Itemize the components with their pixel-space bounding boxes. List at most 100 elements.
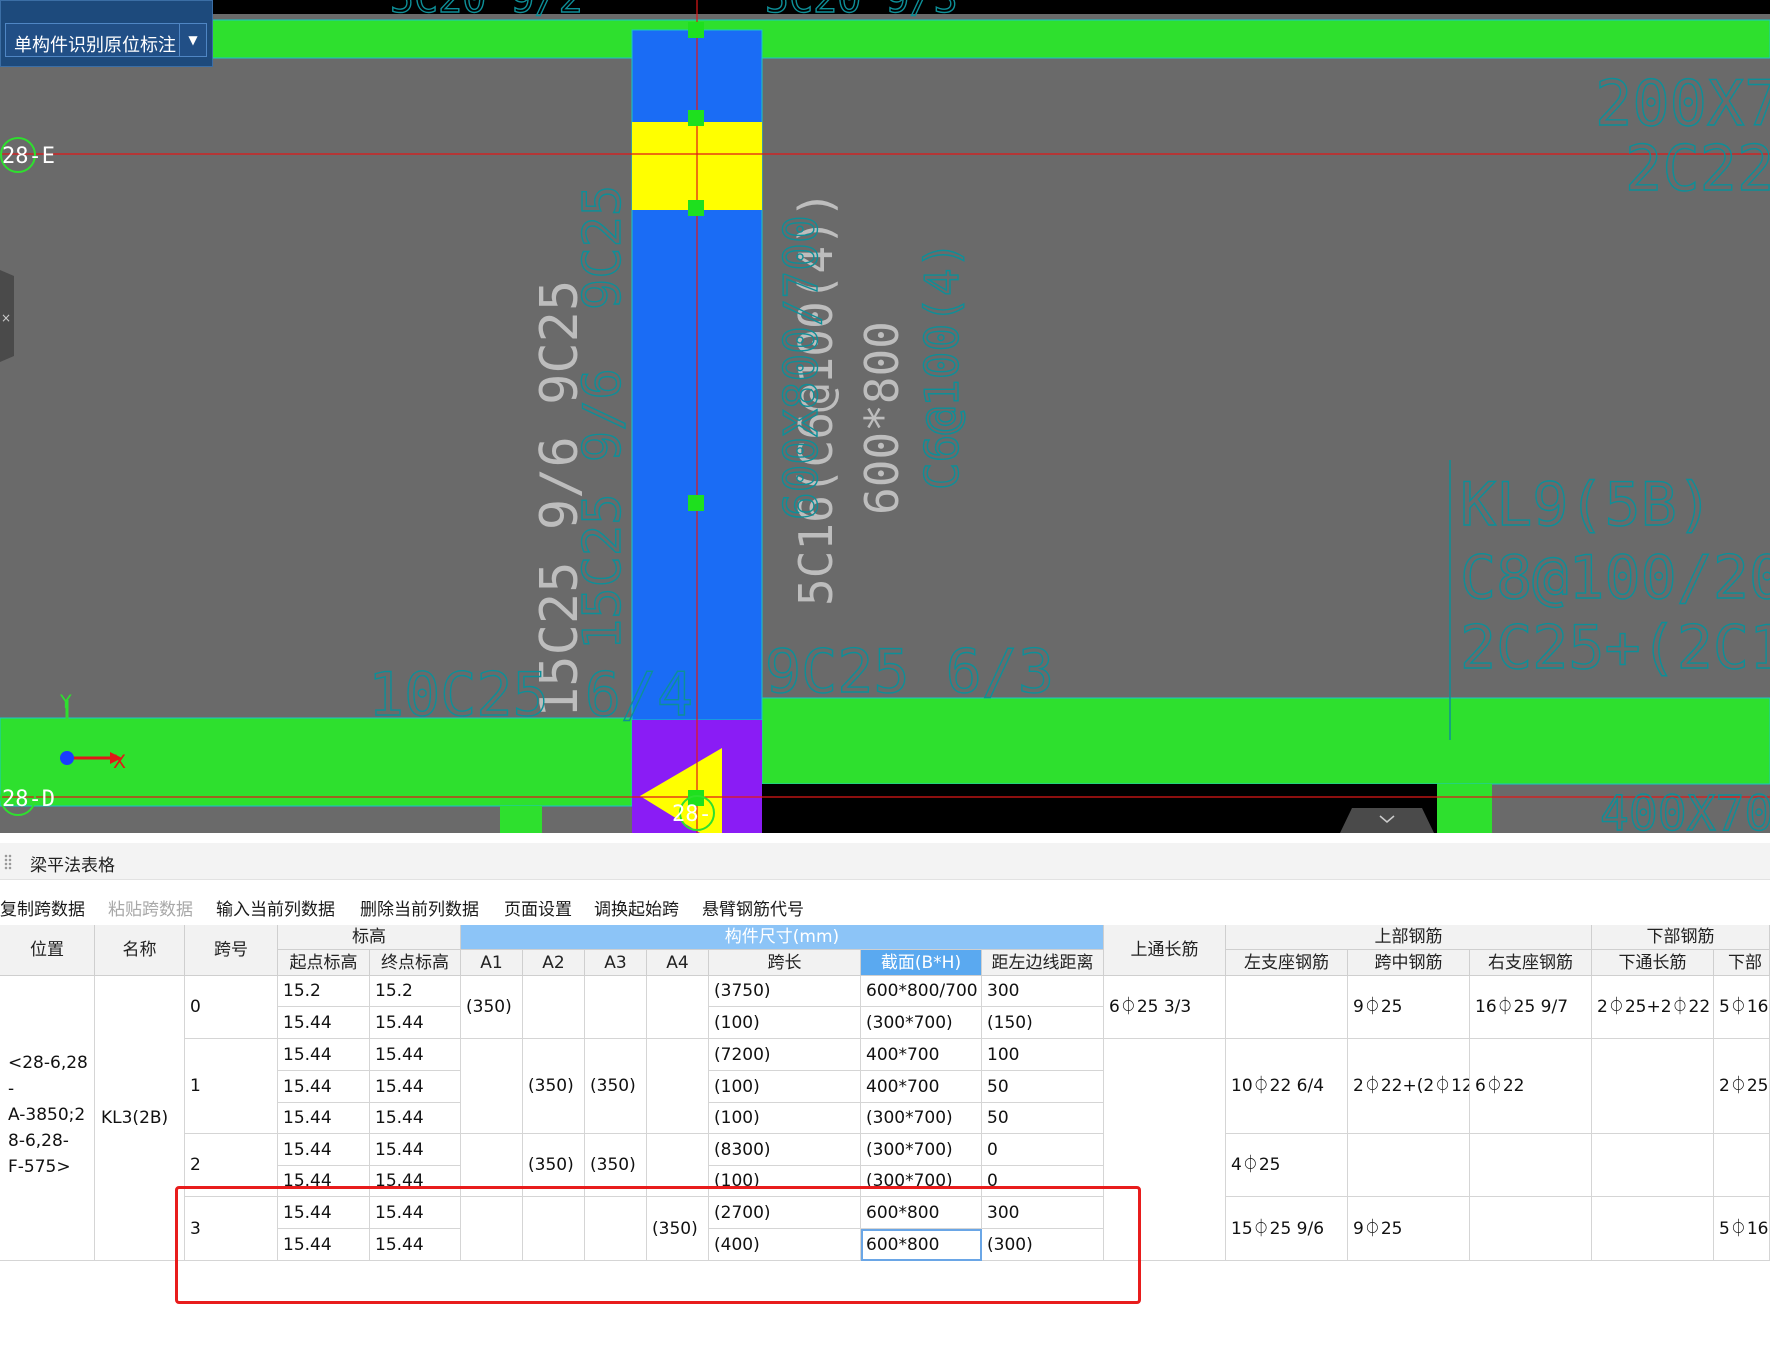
cell-elev-end[interactable]: 15.44: [370, 1134, 461, 1166]
cell-section[interactable]: 600*800/700: [861, 976, 982, 1007]
cell-a1[interactable]: [461, 1197, 523, 1261]
header-elevation[interactable]: 标高: [278, 925, 461, 950]
cell-section[interactable]: (300*700): [861, 1103, 982, 1134]
close-icon[interactable]: ×: [1, 311, 11, 325]
cell-a1[interactable]: [461, 1134, 523, 1197]
header-bottom-through[interactable]: 下通长筋: [1592, 950, 1714, 976]
cell-bottom-through[interactable]: 2⏀25+2⏀22: [1592, 976, 1714, 1039]
single-component-recognition-button[interactable]: 单构件识别原位标注 ▼: [5, 23, 207, 57]
cell-bottom-cut[interactable]: 5⏀16: [1714, 976, 1770, 1039]
header-a2[interactable]: A2: [523, 950, 585, 976]
cell-left-support[interactable]: 4⏀25: [1226, 1134, 1348, 1197]
cell-elev-end[interactable]: 15.44: [370, 1197, 461, 1229]
bottom-beam-right[interactable]: [761, 697, 1770, 785]
grip-point[interactable]: [688, 495, 704, 511]
cell-a2[interactable]: [523, 976, 585, 1039]
input-column-data-button[interactable]: 输入当前列数据: [216, 895, 335, 920]
cell-a4[interactable]: [647, 976, 709, 1039]
cell-a4[interactable]: [647, 1134, 709, 1197]
paste-span-data-button[interactable]: 粘贴跨数据: [108, 895, 193, 920]
cell-name[interactable]: KL3(2B): [95, 976, 185, 1261]
header-top-through[interactable]: 上通长筋: [1104, 925, 1226, 976]
header-a3[interactable]: A3: [585, 950, 647, 976]
cell-bottom-through[interactable]: [1592, 1134, 1714, 1197]
swap-start-span-button[interactable]: 调换起始跨: [594, 895, 679, 920]
cell-mid-span[interactable]: 9⏀25: [1348, 976, 1470, 1039]
cell-left-support[interactable]: 15⏀25 9/6: [1226, 1197, 1348, 1261]
header-left-distance[interactable]: 距左边线距离: [982, 950, 1104, 976]
cell-elev-start[interactable]: 15.44: [278, 1007, 370, 1039]
cad-viewport[interactable]: 28-E 28-D 28- X Y × 5C20 9/2 5C20 9/3 20…: [0, 0, 1770, 833]
cell-a2[interactable]: (350): [523, 1134, 585, 1197]
header-top-rebar[interactable]: 上部钢筋: [1226, 925, 1592, 950]
cell-right-support[interactable]: [1470, 1197, 1592, 1261]
cell-span-length[interactable]: (100): [709, 1071, 861, 1103]
cad-drawing[interactable]: 28-E 28-D 28- X Y × 5C20 9/2 5C20 9/3 20…: [0, 0, 1770, 833]
cell-elev-start[interactable]: 15.44: [278, 1229, 370, 1261]
header-span-length[interactable]: 跨长: [709, 950, 861, 976]
cell-span[interactable]: 1: [185, 1039, 278, 1134]
cell-elev-end[interactable]: 15.44: [370, 1007, 461, 1039]
cell-elev-start[interactable]: 15.44: [278, 1071, 370, 1103]
header-right-support[interactable]: 右支座钢筋: [1470, 950, 1592, 976]
cell-a1[interactable]: (350): [461, 976, 523, 1039]
bottom-beam-left[interactable]: [0, 717, 633, 807]
cell-a4[interactable]: (350): [647, 1197, 709, 1261]
cell-elev-start[interactable]: 15.44: [278, 1166, 370, 1197]
cell-bottom-cut[interactable]: 2⏀25+: [1714, 1039, 1770, 1134]
header-elev-start[interactable]: 起点标高: [278, 950, 370, 976]
panel-titlebar[interactable]: 梁平法表格: [0, 843, 1770, 880]
cell-left-distance[interactable]: 50: [982, 1103, 1104, 1134]
header-span[interactable]: 跨号: [185, 925, 278, 976]
delete-column-data-button[interactable]: 删除当前列数据: [360, 895, 479, 920]
cell-right-support[interactable]: 6⏀22: [1470, 1039, 1592, 1134]
cell-top-through[interactable]: 6⏀25 3/3: [1104, 976, 1226, 1039]
cell-a4[interactable]: [647, 1039, 709, 1134]
cell-mid-span[interactable]: [1348, 1134, 1470, 1197]
top-beam[interactable]: [0, 19, 1770, 59]
cell-a3[interactable]: [585, 1197, 647, 1261]
header-bottom-cut[interactable]: 下部: [1714, 950, 1770, 976]
cell-section[interactable]: (300*700): [861, 1134, 982, 1166]
cell-right-support[interactable]: [1470, 1134, 1592, 1197]
cell-a3[interactable]: (350): [585, 1134, 647, 1197]
cell-top-through[interactable]: [1104, 1039, 1226, 1261]
cell-a3[interactable]: [585, 976, 647, 1039]
cell-span-length[interactable]: (400): [709, 1229, 861, 1261]
header-left-support[interactable]: 左支座钢筋: [1226, 950, 1348, 976]
cell-left-support[interactable]: 10⏀22 6/4: [1226, 1039, 1348, 1134]
cell-elev-end[interactable]: 15.44: [370, 1229, 461, 1261]
cell-mid-span[interactable]: 2⏀22+(2⏀12: [1348, 1039, 1470, 1134]
cell-span-length[interactable]: (100): [709, 1166, 861, 1197]
cell-left-distance[interactable]: 50: [982, 1071, 1104, 1103]
cell-left-distance[interactable]: 0: [982, 1134, 1104, 1166]
cell-span[interactable]: 0: [185, 976, 278, 1039]
cell-bottom-through[interactable]: [1592, 1197, 1714, 1261]
cell-a1[interactable]: [461, 1039, 523, 1134]
cell-right-support[interactable]: 16⏀25 9/7: [1470, 976, 1592, 1039]
cell-span[interactable]: 3: [185, 1197, 278, 1261]
expand-tab[interactable]: [1340, 808, 1434, 833]
cell-section[interactable]: 600*800: [861, 1197, 982, 1229]
cell-elev-end[interactable]: 15.44: [370, 1039, 461, 1071]
header-elev-end[interactable]: 终点标高: [370, 950, 461, 976]
cell-bottom-cut[interactable]: [1714, 1134, 1770, 1197]
grip-point[interactable]: [688, 200, 704, 216]
cell-a2[interactable]: (350): [523, 1039, 585, 1134]
dropdown-caret-icon[interactable]: ▼: [179, 24, 206, 56]
cell-left-distance[interactable]: (150): [982, 1007, 1104, 1039]
header-a4[interactable]: A4: [647, 950, 709, 976]
cell-span-length[interactable]: (100): [709, 1007, 861, 1039]
grip-point[interactable]: [688, 110, 704, 126]
header-position[interactable]: 位置: [0, 925, 95, 976]
header-name[interactable]: 名称: [95, 925, 185, 976]
cell-bottom-cut[interactable]: 5⏀16: [1714, 1197, 1770, 1261]
cell-elev-end[interactable]: 15.44: [370, 1166, 461, 1197]
cell-elev-end[interactable]: 15.44: [370, 1103, 461, 1134]
cell-bottom-through[interactable]: [1592, 1039, 1714, 1134]
cell-a3[interactable]: (350): [585, 1039, 647, 1134]
cell-section[interactable]: (300*700): [861, 1007, 982, 1039]
header-section[interactable]: 截面(B*H): [861, 950, 982, 976]
drag-handle-icon[interactable]: [4, 854, 12, 870]
cell-elev-end[interactable]: 15.44: [370, 1071, 461, 1103]
